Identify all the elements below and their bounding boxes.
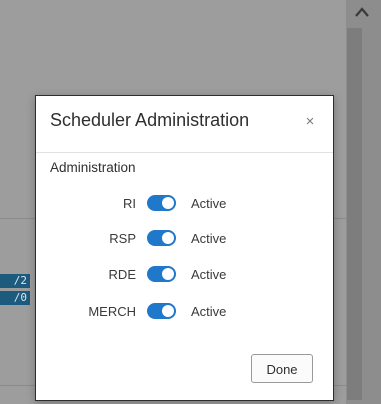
toggle-knob (162, 232, 174, 244)
section-title: Administration (50, 160, 136, 175)
rsp-toggle[interactable] (147, 230, 176, 246)
ri-toggle[interactable] (147, 195, 176, 211)
row-label: RI (123, 196, 136, 211)
row-rde: RDE Active (36, 263, 335, 287)
row-rsp: RSP Active (36, 227, 335, 251)
chevron-up-icon[interactable] (352, 4, 372, 22)
rde-toggle[interactable] (147, 266, 176, 282)
row-label: RSP (109, 231, 136, 246)
background-badge: /2 (0, 274, 30, 288)
dialog-header: Scheduler Administration × (36, 96, 333, 153)
toggle-knob (162, 268, 174, 280)
close-icon[interactable]: × (301, 113, 319, 131)
toggle-knob (162, 197, 174, 209)
scrollbar-thumb[interactable] (347, 28, 362, 400)
toggle-knob (162, 305, 174, 317)
row-merch: MERCH Active (36, 300, 335, 324)
dialog-title: Scheduler Administration (50, 110, 250, 130)
row-label: MERCH (88, 304, 136, 319)
status-text: Active (191, 196, 227, 211)
status-text: Active (191, 267, 227, 282)
merch-toggle[interactable] (147, 303, 176, 319)
row-ri: RI Active (36, 192, 335, 216)
status-text: Active (191, 304, 227, 319)
scheduler-administration-dialog: Scheduler Administration × Administratio… (35, 95, 334, 401)
background-badge: /0 (0, 291, 30, 305)
done-button[interactable]: Done (251, 354, 313, 383)
status-text: Active (191, 231, 227, 246)
row-label: RDE (108, 267, 136, 282)
